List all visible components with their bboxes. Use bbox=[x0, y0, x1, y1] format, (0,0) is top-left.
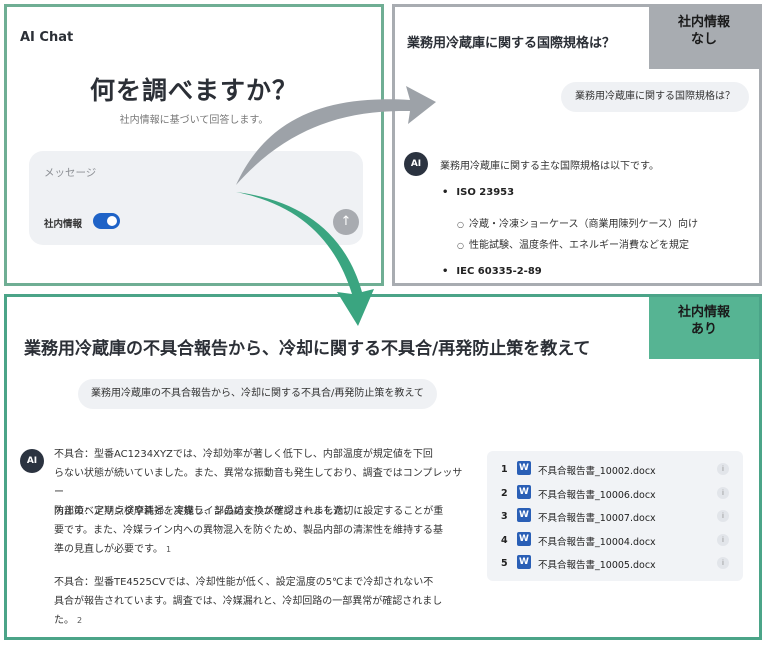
user-message-bubble: 業務用冷蔵庫の不具合報告から、冷却に関する不具合/再発防止策を教えて bbox=[78, 379, 437, 409]
info-icon[interactable]: i bbox=[717, 463, 729, 475]
answer-line: た。 bbox=[54, 615, 74, 626]
answer-paragraph-3: 不具合：型番TE4525CVでは、冷却性能が低く、設定温度の5℃まで冷却されない… bbox=[54, 573, 464, 630]
source-filename: 不具合報告書_10004.docx bbox=[538, 536, 656, 548]
source-item[interactable]: 5 W 不具合報告書_10005.docx i bbox=[487, 553, 743, 577]
mode-tag-line2: あり bbox=[690, 322, 717, 337]
answer-line: 不具合：型番AC1234XYZでは、冷却効率が著しく低下し、内部温度が規定値を下… bbox=[54, 449, 433, 460]
source-filename: 不具合報告書_10007.docx bbox=[538, 513, 656, 524]
answer-line: 防止策：定期点検や清掃を実施し、部品の交換スケジュールを適切に設定することが重 bbox=[54, 506, 444, 517]
answer-line: らない状態が続いていました。また、異常な振動音も発生しており、調査ではコンプレッ… bbox=[54, 468, 463, 498]
answer-line: 具合が報告されています。調査では、冷媒漏れと、冷却回路の一部異常が確認されまし bbox=[54, 596, 443, 607]
source-item[interactable]: 3 W 不具合報告書_10007.docx i bbox=[487, 506, 743, 530]
mode-tag-line1: 社内情報 bbox=[677, 15, 730, 30]
answer-panel-no-internal-info: 社内情報 なし 業務用冷蔵庫に関する国際規格は？ 業務用冷蔵庫に関する国際規格は… bbox=[392, 4, 762, 286]
answer-intro: 業務用冷蔵庫に関する主な国際規格は以下です。 bbox=[440, 161, 659, 172]
citation-marker[interactable]: 1 bbox=[166, 540, 171, 559]
info-icon[interactable]: i bbox=[717, 486, 729, 499]
sub-bullet: 冷蔵・冷凍ショーケース（商業用陳列ケース）向け bbox=[457, 215, 698, 230]
arrow-up-icon: ↑ bbox=[340, 214, 352, 229]
source-number: 2 bbox=[501, 487, 508, 499]
info-icon[interactable]: i bbox=[717, 510, 729, 522]
answer-line: 要です。また、冷媒ライン内への異物混入を防ぐため、製品内部の清潔性を維持する基 bbox=[54, 525, 443, 536]
source-number: 3 bbox=[501, 511, 508, 522]
user-message-bubble: 業務用冷蔵庫に関する国際規格は？ bbox=[561, 82, 749, 112]
source-documents-list: 1 W 不具合報告書_10002.docx i 2 W 不具合報告書_10006… bbox=[487, 451, 743, 581]
source-filename: 不具合報告書_10002.docx bbox=[538, 466, 656, 477]
hero-heading: 何を調べますか？ bbox=[89, 76, 298, 105]
answer-paragraph-2: 防止策：定期点検や清掃を実施し、部品の交換スケジュールを適切に設定することが重 … bbox=[54, 502, 464, 559]
send-button[interactable]: ↑ bbox=[333, 209, 359, 235]
message-input[interactable]: メッセージ bbox=[44, 165, 96, 180]
sub-bullet: 性能試験、温度条件、エネルギー消費などを規定 bbox=[457, 236, 689, 251]
source-filename: 不具合報告書_10005.docx bbox=[538, 560, 656, 571]
mode-tag-line2: なし bbox=[690, 32, 717, 47]
ai-avatar-icon: AI bbox=[404, 152, 428, 176]
question-title: 業務用冷蔵庫に関する国際規格は？ bbox=[407, 36, 616, 51]
ai-avatar-icon: AI bbox=[20, 449, 44, 473]
hero-subtitle: 社内情報に基づいて回答します。 bbox=[119, 115, 269, 126]
message-input-box[interactable]: メッセージ 社内情報 ↑ bbox=[29, 151, 363, 245]
app-title: AI Chat bbox=[20, 30, 74, 45]
mode-tag-line1: 社内情報 bbox=[677, 305, 730, 320]
citation-marker[interactable]: 2 bbox=[77, 611, 82, 630]
source-item[interactable]: 2 W 不具合報告書_10006.docx i bbox=[487, 483, 743, 507]
word-doc-icon: W bbox=[517, 484, 531, 499]
source-number: 1 bbox=[501, 464, 508, 475]
source-number: 5 bbox=[501, 558, 508, 569]
info-icon[interactable]: i bbox=[717, 557, 729, 569]
toggle-knob bbox=[107, 216, 117, 226]
word-doc-icon: W bbox=[517, 508, 531, 522]
answer-panel-with-internal-info: 社内情報 あり 業務用冷蔵庫の不具合報告から、冷却に関する不具合/再発防止策を教… bbox=[4, 294, 762, 640]
mode-tag-no-info: 社内情報 なし bbox=[649, 7, 759, 69]
mode-tag-with-info: 社内情報 あり bbox=[649, 297, 759, 359]
source-item[interactable]: 1 W 不具合報告書_10002.docx i bbox=[487, 459, 743, 483]
word-doc-icon: W bbox=[517, 555, 531, 569]
bullet-title: ISO 23953 bbox=[442, 187, 514, 198]
question-title: 業務用冷蔵庫の不具合報告から、冷却に関する不具合/再発防止策を教えて bbox=[24, 339, 591, 359]
answer-line: 不具合：型番TE4525CVでは、冷却性能が低く、設定温度の5℃まで冷却されない… bbox=[54, 577, 434, 588]
word-doc-icon: W bbox=[517, 531, 531, 546]
answer-line: 準の見直しが必要です。 bbox=[54, 544, 163, 555]
source-number: 4 bbox=[501, 534, 508, 546]
source-filename: 不具合報告書_10006.docx bbox=[538, 489, 656, 501]
source-item[interactable]: 4 W 不具合報告書_10004.docx i bbox=[487, 530, 743, 554]
word-doc-icon: W bbox=[517, 461, 531, 475]
internal-info-toggle-label: 社内情報 bbox=[44, 219, 83, 230]
info-icon[interactable]: i bbox=[717, 533, 729, 546]
bullet-title: IEC 60335-2-89 bbox=[442, 266, 541, 277]
internal-info-toggle[interactable] bbox=[93, 213, 120, 229]
chat-panel: AI Chat 何を調べますか？ 社内情報に基づいて回答します。 メッセージ 社… bbox=[4, 4, 384, 286]
